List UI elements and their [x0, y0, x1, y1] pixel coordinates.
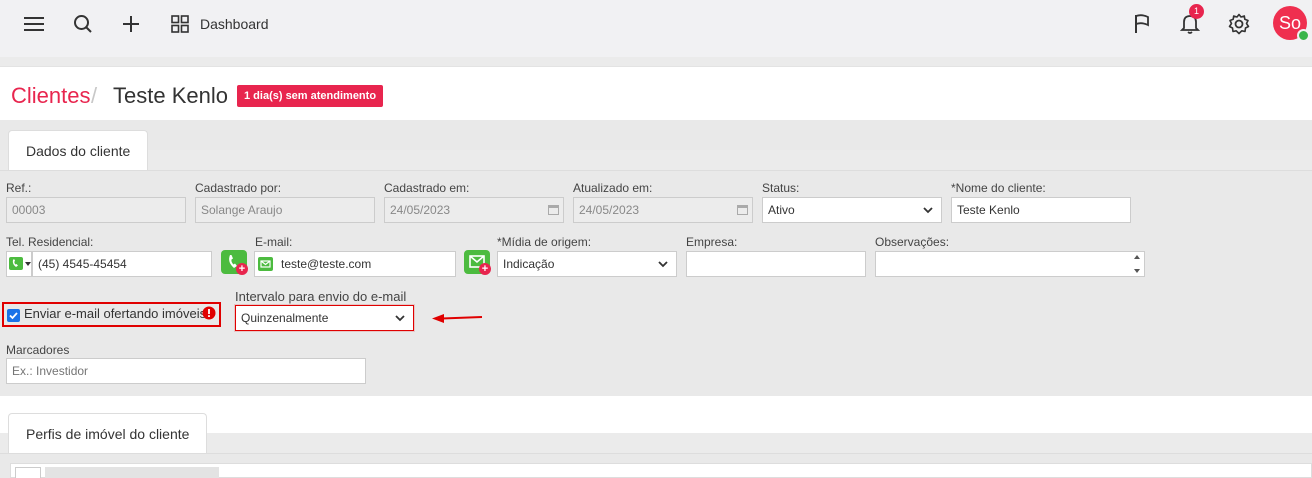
- midia-select[interactable]: Indicação: [497, 251, 677, 277]
- email-value: teste@teste.com: [281, 257, 372, 271]
- grid-filter-select[interactable]: [45, 467, 219, 478]
- breadcrumb-clientes[interactable]: Clientes: [11, 83, 90, 109]
- cadastrado-por-label: Cadastrado por:: [195, 181, 282, 195]
- section-header-dados: [0, 120, 1312, 150]
- plus-icon[interactable]: [117, 10, 145, 38]
- add-email-button[interactable]: +: [464, 250, 491, 275]
- observacoes-textarea[interactable]: [875, 251, 1145, 277]
- email-label: E-mail:: [255, 235, 293, 249]
- tel-label: Tel. Residencial:: [6, 235, 94, 249]
- ref-label: Ref.:: [6, 181, 32, 195]
- atualizado-em-value: 24/05/2023: [579, 203, 640, 217]
- chevron-down-icon: [923, 207, 933, 214]
- scroll-arrows-icon[interactable]: [1133, 254, 1141, 274]
- ref-field[interactable]: 00003: [6, 197, 186, 223]
- status-value: Ativo: [768, 203, 795, 217]
- mail-icon: [258, 257, 273, 271]
- menu-icon[interactable]: [20, 10, 48, 38]
- status-select[interactable]: Ativo: [762, 197, 942, 223]
- intervalo-value: Quinzenalmente: [241, 311, 329, 325]
- status-badge: 1 dia(s) sem atendimento: [237, 85, 384, 107]
- nome-field[interactable]: Teste Kenlo: [951, 197, 1131, 223]
- tab-dados-do-cliente[interactable]: Dados do cliente: [8, 130, 149, 171]
- plus-icon: +: [236, 263, 248, 275]
- tab-perfis-de-imovel[interactable]: Perfis de imóvel do cliente: [8, 413, 208, 454]
- caret-down-icon: [25, 262, 31, 266]
- atualizado-em-field[interactable]: 24/05/2023: [573, 197, 753, 223]
- online-status-dot: [1297, 29, 1310, 42]
- empresa-label: Empresa:: [686, 235, 738, 249]
- nome-label: *Nome do cliente:: [951, 181, 1046, 195]
- chevron-down-icon: [395, 315, 405, 322]
- cadastrado-em-label: Cadastrado em:: [384, 181, 470, 195]
- gear-icon[interactable]: [1225, 10, 1253, 38]
- enviar-email-label[interactable]: Enviar e-mail ofertando imóveis: [24, 306, 206, 321]
- intervalo-label: Intervalo para envio do e-mail: [235, 289, 407, 304]
- email-field[interactable]: teste@teste.com: [254, 251, 456, 277]
- top-bar: Dashboard 1 So: [0, 0, 1312, 57]
- status-label: Status:: [762, 181, 800, 195]
- midia-label: *Mídia de origem:: [497, 235, 592, 249]
- dashboard-link[interactable]: Dashboard: [200, 16, 269, 32]
- perfis-grid: [10, 463, 1312, 478]
- notification-badge: 1: [1189, 4, 1204, 19]
- phone-icon: [9, 257, 23, 270]
- empresa-field[interactable]: [686, 251, 866, 277]
- cadastrado-por-field[interactable]: Solange Araujo: [195, 197, 375, 223]
- check-icon: [9, 312, 18, 320]
- calendar-icon: [737, 205, 748, 215]
- grid-checkbox-cell[interactable]: [15, 467, 41, 478]
- search-icon[interactable]: [69, 10, 97, 38]
- add-phone-button[interactable]: +: [221, 250, 248, 275]
- plus-icon: +: [479, 263, 491, 275]
- dashboard-grid-icon[interactable]: [166, 10, 194, 38]
- cadastrado-em-value: 24/05/2023: [390, 203, 451, 217]
- tel-field[interactable]: (45) 4545-45454: [32, 251, 212, 277]
- marcadores-label: Marcadores: [6, 343, 70, 357]
- info-icon: [202, 306, 216, 320]
- midia-value: Indicação: [503, 257, 555, 271]
- enviar-email-checkbox[interactable]: [7, 309, 20, 322]
- flag-icon[interactable]: [1128, 10, 1156, 38]
- tel-type-select[interactable]: [6, 251, 32, 277]
- cadastrado-em-field[interactable]: 24/05/2023: [384, 197, 564, 223]
- observacoes-label: Observações:: [875, 235, 950, 249]
- marcadores-input[interactable]: [6, 358, 366, 384]
- intervalo-select[interactable]: Quinzenalmente: [235, 305, 414, 331]
- calendar-icon: [548, 205, 559, 215]
- breadcrumb-separator: /: [91, 83, 98, 108]
- page-title: Teste Kenlo: [113, 83, 228, 108]
- chevron-down-icon: [658, 261, 668, 268]
- atualizado-em-label: Atualizado em:: [573, 181, 653, 195]
- arrow-left-icon: [432, 314, 483, 323]
